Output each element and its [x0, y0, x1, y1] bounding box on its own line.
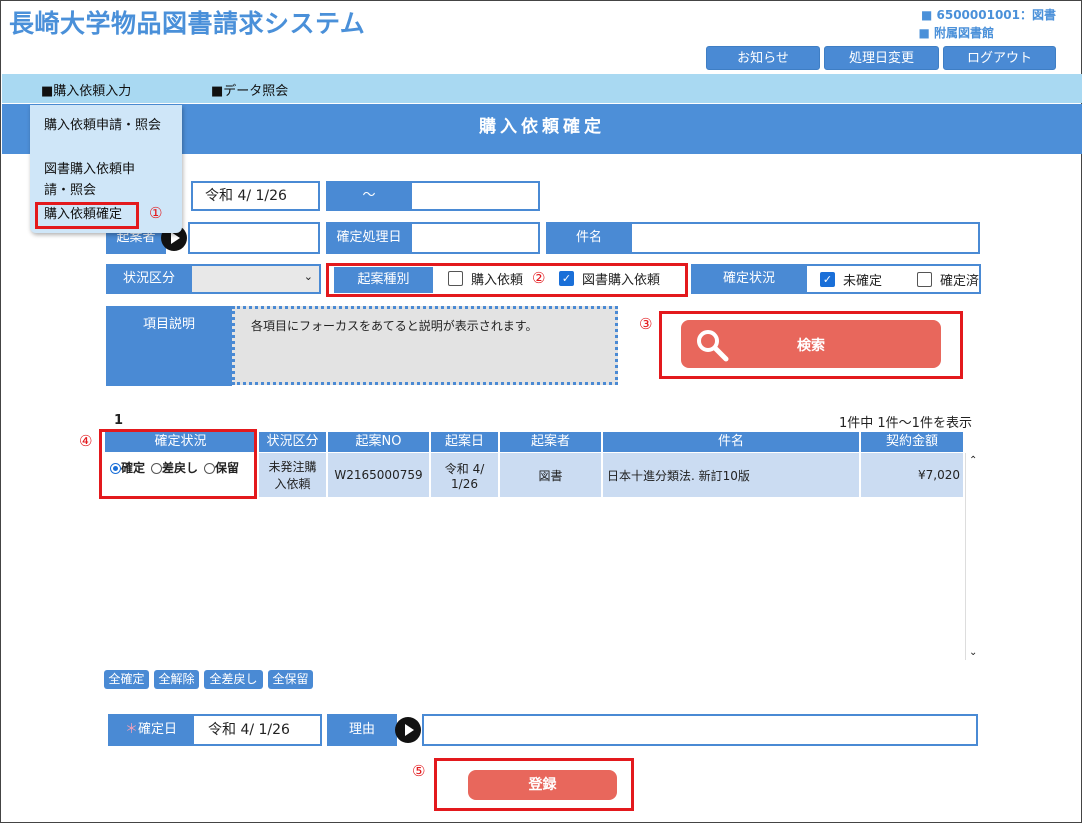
reason-field[interactable] — [422, 714, 978, 746]
date-change-button[interactable]: 処理日変更 — [824, 46, 939, 70]
all-confirm-button[interactable]: 全確定 — [104, 670, 149, 689]
scroll-down-icon[interactable]: ⌄ — [969, 647, 977, 658]
all-release-button[interactable]: 全解除 — [154, 670, 199, 689]
tilde-label: ～ — [326, 181, 412, 211]
col-draft-no: 起案NO — [328, 432, 429, 452]
date-from-field[interactable]: 令和 4/ 1/26 — [191, 181, 320, 211]
confirm-date-input[interactable]: 令和 4/ 1/26 — [192, 714, 322, 746]
status-select[interactable]: ⌄ — [190, 264, 321, 294]
checkbox-checked-icon: ✓ — [820, 272, 835, 287]
menu-data[interactable]: ■データ照会 — [211, 80, 288, 99]
annotation-box-3 — [659, 311, 963, 379]
date-to-field[interactable] — [410, 181, 540, 211]
table-cell-amount: ¥7,020 — [861, 453, 963, 497]
dropdown-item-book-request[interactable]: 図書購入依頼申請・照会 — [44, 159, 159, 201]
scroll-up-icon[interactable]: ⌃ — [969, 455, 977, 466]
result-count: 1件中 1件～1件を表示 — [839, 416, 972, 431]
chevron-down-icon: ⌄ — [303, 270, 313, 283]
annotation-box-5 — [434, 758, 634, 811]
confirm-status-label: 確定状況 — [691, 264, 807, 294]
drafter-field[interactable] — [188, 222, 320, 254]
table-cell-status: 未発注購入依頼 — [259, 453, 326, 497]
subject-label: 件名 — [546, 222, 632, 254]
annotation-2: ② — [532, 269, 546, 287]
logout-button[interactable]: ログアウト — [943, 46, 1056, 70]
table-cell-no: W2165000759 — [328, 453, 429, 497]
notice-button[interactable]: お知らせ — [706, 46, 820, 70]
status-option-unconfirmed[interactable]: ✓ 未確定 — [820, 270, 882, 289]
annotation-box-2 — [326, 263, 688, 297]
page-frame: 長崎大学物品図書請求システム ■ 6500001001：図書 ■ 附属図書館 お… — [0, 0, 1082, 823]
confirm-date-field[interactable] — [410, 222, 540, 254]
help-text: 各項目にフォーカスをあてると説明が表示されます。 — [232, 306, 618, 385]
dropdown-item-request[interactable]: 購入依頼申請・照会 — [44, 115, 169, 136]
reason-label: 理由 — [327, 714, 397, 746]
help-label: 項目説明 — [106, 306, 232, 386]
page-number[interactable]: 1 — [114, 413, 123, 428]
table-cell-date: 令和 4/ 1/26 — [431, 453, 498, 497]
table-cell-subject: 日本十進分類法. 新訂10版 — [603, 453, 859, 497]
annotation-box-4 — [99, 429, 257, 499]
annotation-3: ③ — [639, 315, 653, 333]
annotation-box-1 — [35, 202, 139, 229]
confirm-date-label: 確定処理日 — [326, 222, 412, 254]
table-cell-drafter: 図書 — [500, 453, 601, 497]
status-label: 状況区分 — [106, 264, 192, 294]
user-code: ■ 6500001001：図書 — [920, 8, 1056, 22]
checkbox-icon — [917, 272, 932, 287]
col-drafter: 起案者 — [500, 432, 601, 452]
user-dept: ■ 附属図書館 — [918, 26, 994, 40]
all-return-button[interactable]: 全差戻し — [204, 670, 263, 689]
annotation-1: ① — [149, 204, 163, 222]
all-hold-button[interactable]: 全保留 — [268, 670, 313, 689]
reason-lookup-icon[interactable] — [395, 717, 421, 743]
required-mark: ＊ — [124, 722, 138, 737]
annotation-5: ⑤ — [412, 762, 426, 780]
col-amount: 契約金額 — [861, 432, 963, 452]
menu-purchase[interactable]: ■購入依頼入力 — [41, 80, 131, 99]
annotation-4: ④ — [79, 432, 93, 450]
status-option-confirmed[interactable]: 確定済 — [917, 270, 979, 289]
col-subject: 件名 — [603, 432, 859, 452]
confirm-date-input-label: ＊確定日 — [108, 714, 194, 746]
col-status: 状況区分 — [259, 432, 326, 452]
menu-bar — [2, 74, 1082, 103]
subject-field[interactable] — [630, 222, 980, 254]
app-title: 長崎大学物品図書請求システム — [9, 9, 366, 38]
col-draft-date: 起案日 — [431, 432, 498, 452]
table-scrollbar[interactable]: ⌃ ⌄ — [965, 453, 981, 660]
